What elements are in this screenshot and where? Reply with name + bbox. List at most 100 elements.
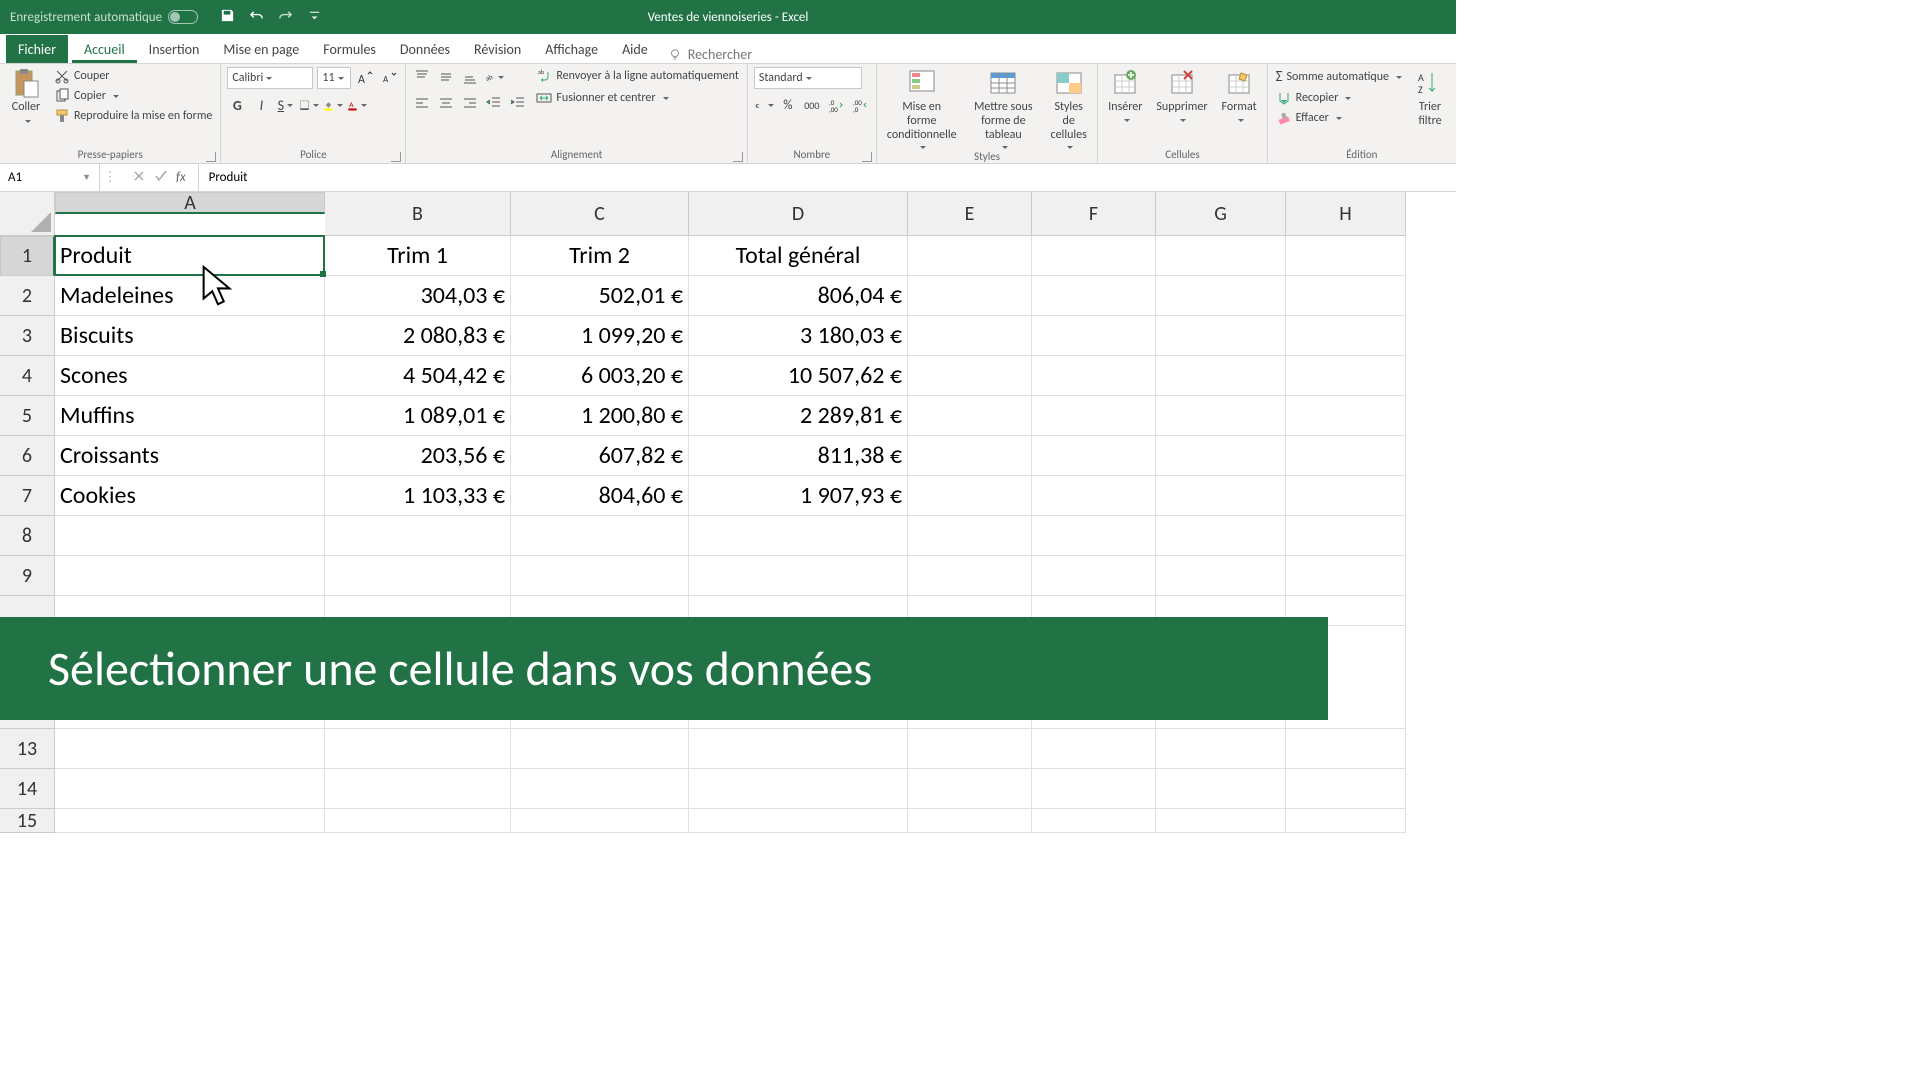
row-header-5[interactable]: 5 bbox=[0, 396, 55, 436]
percent-format-icon[interactable]: % bbox=[778, 95, 798, 115]
sort-filter-button[interactable]: AZTrier filtre bbox=[1410, 67, 1450, 129]
format-painter-button[interactable]: Reproduire la mise en forme bbox=[52, 107, 214, 125]
select-all-corner[interactable] bbox=[0, 192, 55, 236]
cell-d6[interactable]: 811,38 € bbox=[689, 436, 908, 476]
format-cells-button[interactable]: Format bbox=[1218, 67, 1261, 123]
cell-c3[interactable]: 1 099,20 € bbox=[511, 316, 689, 356]
fx-icon[interactable]: fx bbox=[176, 170, 186, 185]
delete-cells-button[interactable]: Supprimer bbox=[1152, 67, 1211, 123]
cell-d2[interactable]: 806,04 € bbox=[689, 276, 908, 316]
tab-help[interactable]: Aide bbox=[610, 35, 660, 63]
cell-a2[interactable]: Madeleines bbox=[55, 276, 325, 316]
clear-button[interactable]: Effacer bbox=[1274, 109, 1404, 127]
cell-b6[interactable]: 203,56 € bbox=[325, 436, 511, 476]
cell-d5[interactable]: 2 289,81 € bbox=[689, 396, 908, 436]
cell-b7[interactable]: 1 103,33 € bbox=[325, 476, 511, 516]
format-as-table-button[interactable]: Mettre sous forme de tableau bbox=[967, 67, 1041, 150]
cut-button[interactable]: Couper bbox=[52, 67, 214, 85]
name-box[interactable]: A1▼ bbox=[0, 164, 100, 191]
cell-d4[interactable]: 10 507,62 € bbox=[689, 356, 908, 396]
font-color-button[interactable]: A bbox=[347, 95, 367, 115]
number-format-select[interactable]: Standard bbox=[754, 67, 862, 89]
col-header-g[interactable]: G bbox=[1156, 192, 1286, 236]
paste-button[interactable]: Coller bbox=[6, 67, 46, 129]
conditional-formatting-button[interactable]: Mise en forme conditionnelle bbox=[883, 67, 961, 150]
underline-button[interactable]: S bbox=[275, 95, 295, 115]
cell-f1[interactable] bbox=[1032, 236, 1156, 276]
cell-styles-button[interactable]: Styles de cellules bbox=[1046, 67, 1091, 150]
row-header-3[interactable]: 3 bbox=[0, 316, 55, 356]
cell-d1[interactable]: Total général bbox=[689, 236, 908, 276]
row-header-6[interactable]: 6 bbox=[0, 436, 55, 476]
bold-button[interactable]: G bbox=[227, 95, 247, 115]
cell-c4[interactable]: 6 003,20 € bbox=[511, 356, 689, 396]
cell-h1[interactable] bbox=[1286, 236, 1406, 276]
cells-area[interactable]: Produit Trim 1 Trim 2 Total général Made… bbox=[55, 236, 1406, 833]
copy-button[interactable]: Copier bbox=[52, 87, 214, 105]
increase-indent-icon[interactable] bbox=[508, 93, 528, 113]
border-button[interactable] bbox=[299, 95, 319, 115]
row-header-2[interactable]: 2 bbox=[0, 276, 55, 316]
enter-formula-icon[interactable] bbox=[154, 169, 168, 187]
font-name-select[interactable]: Calibri bbox=[227, 67, 313, 89]
comma-format-icon[interactable]: 000 bbox=[802, 95, 822, 115]
align-middle-icon[interactable] bbox=[436, 67, 456, 87]
cell-a3[interactable]: Biscuits bbox=[55, 316, 325, 356]
cell-b4[interactable]: 4 504,42 € bbox=[325, 356, 511, 396]
cancel-formula-icon[interactable] bbox=[132, 169, 146, 187]
cell-b5[interactable]: 1 089,01 € bbox=[325, 396, 511, 436]
cell-b2[interactable]: 304,03 € bbox=[325, 276, 511, 316]
tab-layout[interactable]: Mise en page bbox=[211, 35, 311, 63]
cell-b1[interactable]: Trim 1 bbox=[325, 236, 511, 276]
redo-icon[interactable] bbox=[278, 8, 293, 27]
row-header-8[interactable]: 8 bbox=[0, 516, 55, 556]
launcher-icon[interactable] bbox=[391, 152, 401, 162]
launcher-icon[interactable] bbox=[733, 152, 743, 162]
increase-font-icon[interactable]: A bbox=[355, 68, 375, 88]
row-header-9[interactable]: 9 bbox=[0, 556, 55, 596]
cell-e1[interactable] bbox=[908, 236, 1032, 276]
row-header-7[interactable]: 7 bbox=[0, 476, 55, 516]
align-top-icon[interactable] bbox=[412, 67, 432, 87]
col-header-e[interactable]: E bbox=[908, 192, 1032, 236]
align-left-icon[interactable] bbox=[412, 93, 432, 113]
merge-center-button[interactable]: Fusionner et centrer bbox=[534, 89, 740, 107]
tab-data[interactable]: Données bbox=[388, 35, 462, 63]
tab-home[interactable]: Accueil bbox=[72, 35, 137, 63]
cell-b3[interactable]: 2 080,83 € bbox=[325, 316, 511, 356]
decrease-font-icon[interactable]: A bbox=[379, 68, 399, 88]
fill-color-button[interactable] bbox=[323, 95, 343, 115]
align-center-icon[interactable] bbox=[436, 93, 456, 113]
autosave-toggle[interactable]: Enregistrement automatique bbox=[0, 10, 208, 25]
cell-a4[interactable]: Scones bbox=[55, 356, 325, 396]
tab-insert[interactable]: Insertion bbox=[137, 35, 212, 63]
cell-a7[interactable]: Cookies bbox=[55, 476, 325, 516]
cell-a5[interactable]: Muffins bbox=[55, 396, 325, 436]
row-header-14[interactable]: 14 bbox=[0, 769, 55, 809]
cell-c2[interactable]: 502,01 € bbox=[511, 276, 689, 316]
cell-d7[interactable]: 1 907,93 € bbox=[689, 476, 908, 516]
col-header-d[interactable]: D bbox=[689, 192, 908, 236]
orientation-icon[interactable]: ab bbox=[484, 67, 504, 87]
font-size-select[interactable]: 11 bbox=[317, 67, 351, 89]
align-right-icon[interactable] bbox=[460, 93, 480, 113]
align-bottom-icon[interactable] bbox=[460, 67, 480, 87]
decrease-decimal-icon[interactable]: ,00,0 bbox=[850, 95, 870, 115]
cell-c5[interactable]: 1 200,80 € bbox=[511, 396, 689, 436]
tab-review[interactable]: Révision bbox=[462, 35, 533, 63]
accounting-format-icon[interactable]: € bbox=[754, 95, 774, 115]
save-icon[interactable] bbox=[220, 8, 235, 27]
cell-c7[interactable]: 804,60 € bbox=[511, 476, 689, 516]
col-header-c[interactable]: C bbox=[511, 192, 689, 236]
autosum-button[interactable]: ΣSomme automatique bbox=[1274, 67, 1404, 87]
row-header-15[interactable]: 15 bbox=[0, 809, 55, 833]
col-header-a[interactable]: A bbox=[55, 192, 325, 214]
launcher-icon[interactable] bbox=[206, 152, 216, 162]
cell-a6[interactable]: Croissants bbox=[55, 436, 325, 476]
tell-me-search[interactable]: Rechercher bbox=[668, 46, 752, 63]
cell-d3[interactable]: 3 180,03 € bbox=[689, 316, 908, 356]
increase-decimal-icon[interactable]: ,0,00 bbox=[826, 95, 846, 115]
tab-formulas[interactable]: Formules bbox=[311, 35, 388, 63]
tab-file[interactable]: Fichier bbox=[6, 35, 68, 63]
cell-c6[interactable]: 607,82 € bbox=[511, 436, 689, 476]
